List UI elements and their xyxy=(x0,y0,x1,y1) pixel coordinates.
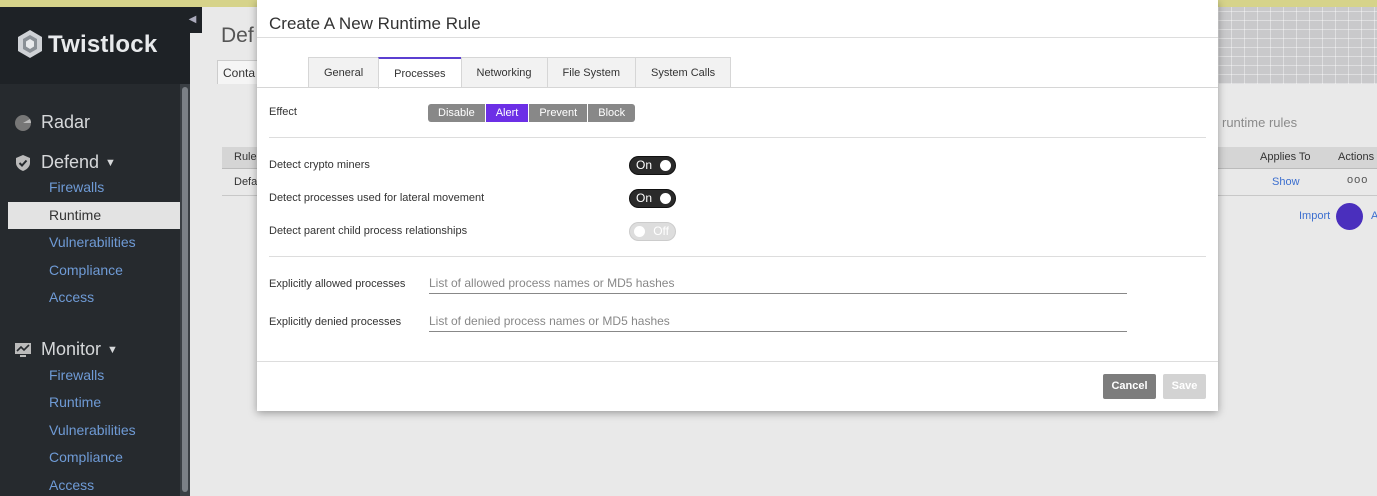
tab-file-system[interactable]: File System xyxy=(546,57,635,88)
modal-footer-divider xyxy=(257,361,1218,362)
tabs-divider xyxy=(257,87,1218,88)
sidebar-item-monitor-runtime[interactable]: Runtime xyxy=(8,389,180,416)
allowed-processes-input[interactable] xyxy=(429,272,1127,294)
detect-crypto-miners-toggle[interactable]: On xyxy=(629,156,676,175)
detect-lateral-movement-toggle[interactable]: On xyxy=(629,189,676,208)
column-header-rule[interactable]: Rule xyxy=(234,151,257,163)
monitor-icon xyxy=(15,342,31,357)
radar-icon xyxy=(15,114,32,131)
search-hint[interactable]: runtime rules xyxy=(1222,115,1297,130)
denied-processes-label: Explicitly denied processes xyxy=(269,316,402,328)
show-link[interactable]: Show xyxy=(1272,176,1300,188)
effect-prevent-button[interactable]: Prevent xyxy=(529,104,589,122)
nav-section-monitor[interactable]: Monitor ▼ xyxy=(14,339,118,360)
import-link[interactable]: Import xyxy=(1299,210,1330,222)
toggle-knob xyxy=(660,193,671,204)
sidebar-item-defend-runtime[interactable]: Runtime xyxy=(8,202,180,229)
brand-name: Twistlock xyxy=(48,31,158,58)
nav-section-radar[interactable]: Radar xyxy=(14,112,90,133)
sidebar-item-defend-access[interactable]: Access xyxy=(8,284,180,311)
nav-section-label: Radar xyxy=(41,112,91,132)
effect-block-button[interactable]: Block xyxy=(588,104,636,122)
create-runtime-rule-modal: Create A New Runtime Rule General Proces… xyxy=(257,0,1218,411)
effect-disable-button[interactable]: Disable xyxy=(428,104,486,122)
save-button[interactable]: Save xyxy=(1163,374,1206,399)
nav-section-label: Monitor xyxy=(41,339,102,359)
section-divider xyxy=(269,256,1206,257)
collapse-sidebar-button[interactable]: ◀ xyxy=(183,7,202,33)
modal-title: Create A New Runtime Rule xyxy=(269,14,481,33)
detect-parent-child-label: Detect parent child process relationship… xyxy=(269,225,468,237)
tab-system-calls[interactable]: System Calls xyxy=(635,57,732,88)
brand-header[interactable]: Twistlock xyxy=(0,7,190,84)
detect-crypto-miners-label: Detect crypto miners xyxy=(269,159,370,171)
detect-parent-child-toggle[interactable]: Off xyxy=(629,222,676,241)
modal-header-divider xyxy=(257,37,1218,38)
sidebar-item-monitor-vulnerabilities[interactable]: Vulnerabilities xyxy=(8,417,180,444)
sidebar-item-defend-firewalls[interactable]: Firewalls xyxy=(8,174,180,201)
shield-icon xyxy=(16,154,30,171)
denied-processes-input[interactable] xyxy=(429,310,1127,332)
section-divider xyxy=(269,137,1206,138)
page-title: Def xyxy=(221,24,254,47)
chevron-down-icon: ▼ xyxy=(105,156,116,169)
table-row-name: Defa xyxy=(234,176,258,188)
sidebar: Twistlock Radar Defend ▼ Firewalls Runti… xyxy=(0,7,190,496)
toggle-state: On xyxy=(636,191,653,205)
sidebar-scrollbar-thumb[interactable] xyxy=(182,87,188,492)
cancel-button[interactable]: Cancel xyxy=(1103,374,1156,399)
rule-tabs: General Processes Networking File System… xyxy=(308,57,732,89)
import-file-icon[interactable] xyxy=(1336,203,1363,230)
column-header-actions: Actions xyxy=(1338,151,1375,163)
sidebar-item-monitor-compliance[interactable]: Compliance xyxy=(8,444,180,471)
tab-containers[interactable]: Conta xyxy=(217,60,259,84)
toggle-knob xyxy=(660,160,671,171)
effect-label: Effect xyxy=(269,106,297,118)
chevron-down-icon: ▼ xyxy=(107,343,118,356)
effect-alert-button[interactable]: Alert xyxy=(485,104,530,122)
add-link-partial[interactable]: A xyxy=(1371,210,1377,222)
detect-lateral-movement-label: Detect processes used for lateral moveme… xyxy=(269,192,485,204)
sidebar-item-defend-vulnerabilities[interactable]: Vulnerabilities xyxy=(8,229,180,256)
toggle-state: On xyxy=(636,158,653,172)
column-header-applies-to: Applies To xyxy=(1260,151,1311,163)
more-actions-icon[interactable]: ooo xyxy=(1347,174,1368,186)
tab-networking[interactable]: Networking xyxy=(460,57,547,88)
sidebar-item-monitor-firewalls[interactable]: Firewalls xyxy=(8,362,180,389)
nav-section-label: Defend xyxy=(41,152,100,172)
toggle-state: Off xyxy=(653,224,669,238)
sidebar-item-defend-compliance[interactable]: Compliance xyxy=(8,257,180,284)
nav-section-defend[interactable]: Defend ▼ xyxy=(14,152,116,173)
effect-selector: Disable Alert Prevent Block xyxy=(428,104,636,122)
allowed-processes-label: Explicitly allowed processes xyxy=(269,278,406,290)
twistlock-logo-icon xyxy=(18,30,42,58)
sidebar-item-monitor-access[interactable]: Access xyxy=(8,472,180,496)
tab-general[interactable]: General xyxy=(308,57,379,88)
toggle-knob xyxy=(634,226,645,237)
header-texture xyxy=(1218,7,1377,84)
tab-processes[interactable]: Processes xyxy=(378,57,461,89)
